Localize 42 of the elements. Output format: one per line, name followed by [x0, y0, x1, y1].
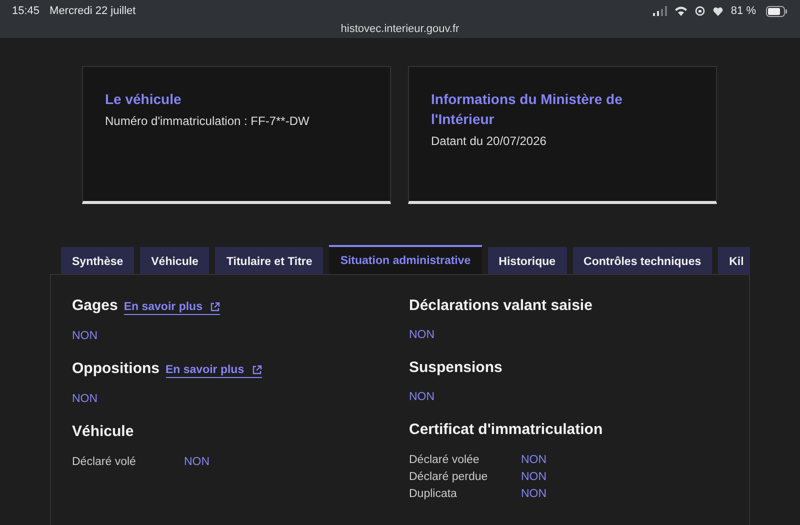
- url-text[interactable]: histovec.interieur.gouv.fr: [300, 23, 500, 35]
- heart-icon: [712, 6, 723, 16]
- wifi-icon: [674, 6, 687, 16]
- signal-icon: [652, 6, 667, 16]
- card-title: Informations du Ministère de l'Intérieur: [431, 90, 624, 129]
- section-title: Déclarations valant saisie: [409, 297, 592, 314]
- field-label: Duplicata: [409, 488, 458, 500]
- tab[interactable]: Synthèse: [61, 247, 134, 274]
- status-value: NON: [521, 470, 547, 482]
- field-label: Déclaré perdue: [409, 470, 489, 482]
- learn-more-link[interactable]: En savoir plus: [166, 364, 262, 378]
- field-label: Déclaré volé: [72, 456, 137, 468]
- status-value: NON: [521, 454, 547, 466]
- status-value: NON: [72, 393, 99, 405]
- external-link-icon: [210, 302, 220, 312]
- section-title: Gages: [72, 297, 118, 314]
- external-link-icon: [252, 365, 262, 375]
- clock-time: 15:45: [12, 5, 40, 17]
- card-text: Numéro d'immatriculation : FF-7**-DW: [105, 114, 310, 128]
- status-value: NON: [72, 330, 99, 342]
- field-label: Déclaré volée: [409, 454, 480, 466]
- section-title: Suspensions: [409, 359, 502, 376]
- date-text: Mercredi 22 juillet: [50, 5, 136, 17]
- status-value: NON: [521, 488, 547, 500]
- tab[interactable]: Historique: [488, 247, 567, 274]
- card-text: Datant du 20/07/2026: [431, 134, 548, 148]
- tab[interactable]: Contrôles techniques: [572, 247, 712, 274]
- tab[interactable]: Kil: [718, 247, 750, 274]
- status-value: NON: [409, 329, 436, 341]
- card-title: Le véhicule: [105, 90, 182, 109]
- learn-more-link[interactable]: En savoir plus: [124, 301, 220, 315]
- section-title: Certificat d'immatriculation: [409, 421, 603, 438]
- status-value: NON: [409, 391, 436, 403]
- battery-percent: 81 %: [730, 5, 756, 17]
- battery-icon: [766, 6, 788, 16]
- rotation-lock-icon: [694, 6, 705, 16]
- section-title: Oppositions: [72, 360, 160, 377]
- status-value: NON: [184, 456, 210, 468]
- tab[interactable]: Véhicule: [140, 247, 210, 274]
- tab[interactable]: Situation administrative: [329, 245, 482, 274]
- tab[interactable]: Titulaire et Titre: [215, 247, 324, 274]
- section-title: Véhicule: [72, 423, 134, 440]
